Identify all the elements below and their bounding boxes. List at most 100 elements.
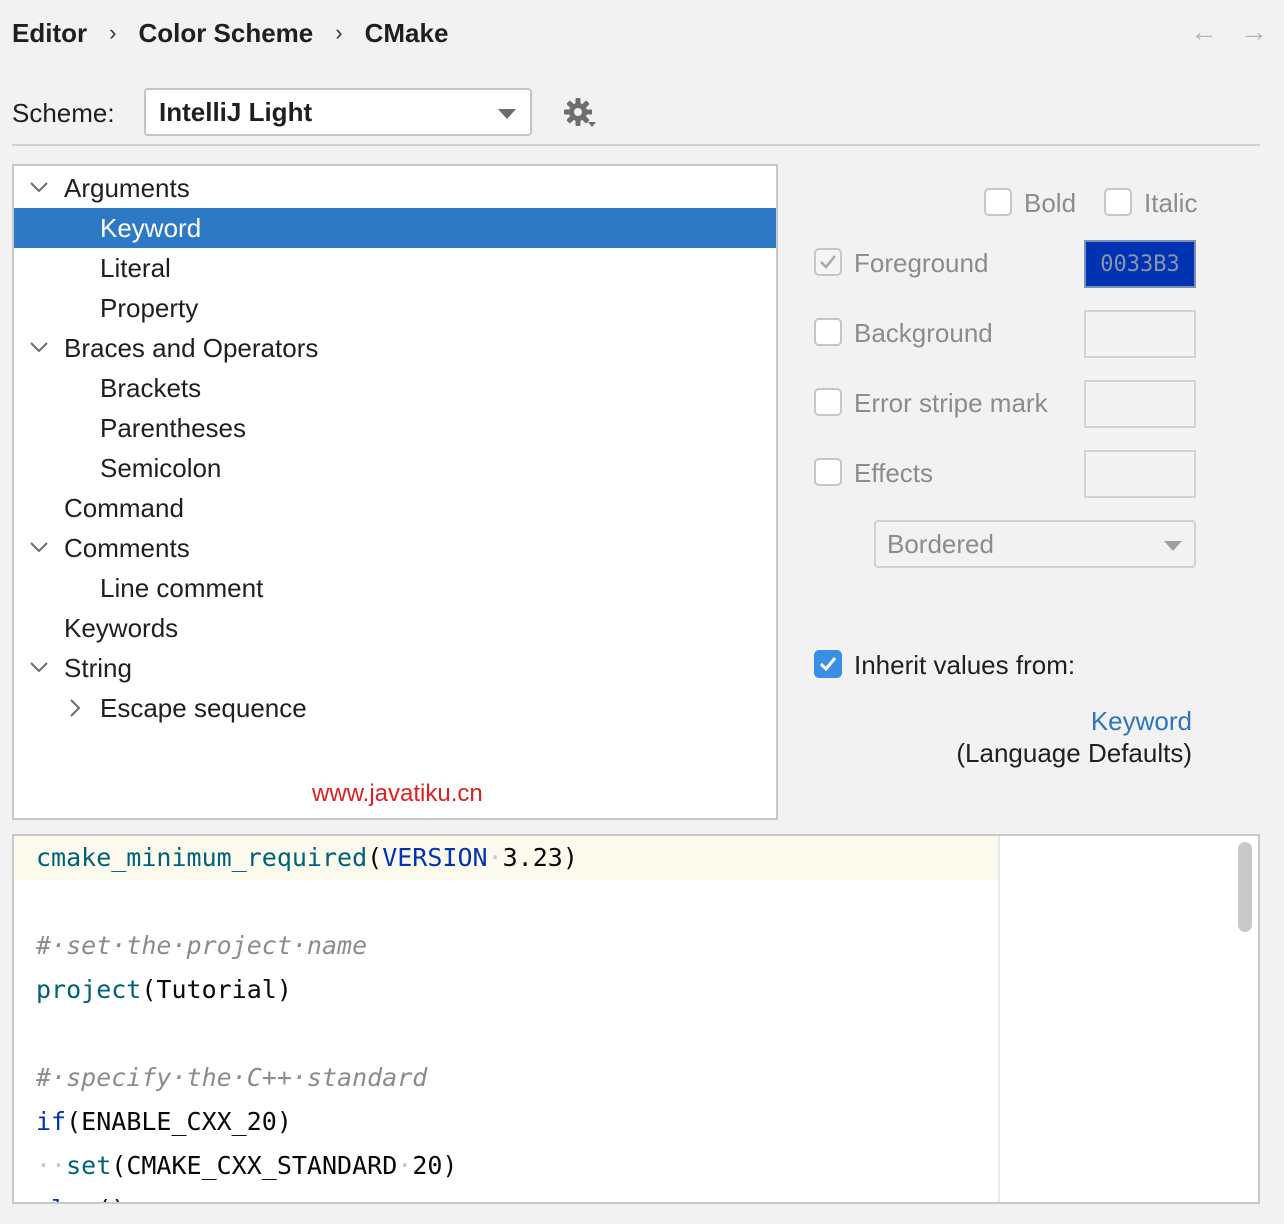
tree-item-label: Escape sequence	[100, 693, 307, 723]
error-stripe-color-swatch[interactable]	[1084, 380, 1196, 428]
forward-arrow-icon[interactable]: →	[1240, 16, 1268, 48]
background-checkbox[interactable]	[814, 318, 842, 346]
code-token: (ENABLE_CXX_20)	[66, 1107, 292, 1136]
code-line: #·set·the·project·name	[36, 924, 367, 968]
code-token: 20)	[412, 1151, 458, 1180]
code-token: ·	[487, 843, 503, 872]
italic-checkbox[interactable]	[1104, 188, 1132, 216]
code-token: cmake_minimum_required	[36, 843, 368, 872]
tree-item-label: Comments	[64, 533, 190, 563]
foreground-checkbox[interactable]	[814, 248, 842, 276]
tree-item-label: Braces and Operators	[64, 333, 319, 363]
inherit-label: Inherit values from:	[854, 650, 1076, 680]
watermark-text: www.javatiku.cn	[312, 780, 483, 807]
code-token: VERSION	[382, 843, 488, 872]
code-token: #·specify·the·C++·standard	[36, 1063, 428, 1092]
code-line: else()	[36, 1188, 126, 1202]
chevron-down-icon[interactable]	[26, 168, 54, 208]
tree-item[interactable]: Semicolon	[14, 448, 776, 488]
foreground-color-swatch[interactable]: 0033B3	[1084, 240, 1196, 288]
code-line: #·specify·the·C++·standard	[36, 1056, 427, 1100]
code-token: (	[367, 843, 383, 872]
breadcrumb: Editor › Color Scheme › CMake	[12, 16, 448, 50]
tree-item[interactable]: Keywords	[14, 608, 776, 648]
code-preview[interactable]: cmake_minimum_required(VERSION·3.23) #·se…	[12, 834, 1260, 1204]
chevron-down-icon[interactable]	[26, 648, 54, 688]
tree-item-label: Semicolon	[100, 453, 222, 483]
tree-item[interactable]: Arguments	[14, 168, 776, 208]
inherit-checkbox[interactable]	[814, 650, 842, 678]
tree-item[interactable]: Comments	[14, 528, 776, 568]
scheme-label: Scheme:	[12, 98, 115, 128]
tree-item[interactable]: Parentheses	[14, 408, 776, 448]
code-token: (Tutorial)	[141, 975, 292, 1004]
vertical-scrollbar[interactable]	[1238, 842, 1252, 932]
right-margin-guide	[998, 836, 1000, 1202]
history-navigation: ← →	[1190, 16, 1268, 48]
code-line: ··set(CMAKE_CXX_STANDARD·20)	[36, 1144, 457, 1188]
tree-item[interactable]: Keyword	[14, 208, 776, 248]
error-stripe-label: Error stripe mark	[854, 388, 1048, 418]
tree-item-label: Keywords	[64, 613, 179, 643]
code-line: project(Tutorial)	[36, 968, 292, 1012]
background-color-swatch[interactable]	[1084, 310, 1196, 358]
effects-color-swatch[interactable]	[1084, 450, 1196, 498]
effects-checkbox[interactable]	[814, 458, 842, 486]
scheme-value: IntelliJ Light	[159, 96, 313, 127]
chevron-down-icon[interactable]	[26, 328, 54, 368]
code-token: 3.23)	[502, 843, 578, 872]
bold-checkbox[interactable]	[984, 188, 1012, 216]
tree-item-label: Property	[100, 293, 199, 323]
code-token: set	[66, 1151, 112, 1180]
breadcrumb-color-scheme[interactable]: Color Scheme	[138, 18, 313, 49]
checkmark-icon	[819, 657, 837, 672]
code-line: if(ENABLE_CXX_20)	[36, 1100, 292, 1144]
effects-label: Effects	[854, 458, 934, 488]
tree-item-label: Brackets	[100, 373, 202, 403]
code-token: ()	[96, 1195, 126, 1202]
background-label: Background	[854, 318, 993, 348]
tree-item[interactable]: Literal	[14, 248, 776, 288]
inherit-keyword-link[interactable]: Keyword	[1091, 704, 1192, 738]
error-stripe-checkbox[interactable]	[814, 388, 842, 416]
tree-item[interactable]: Property	[14, 288, 776, 328]
code-token: #·set·the·project·name	[36, 931, 368, 960]
tree-item[interactable]: String	[14, 648, 776, 688]
code-token: else	[36, 1195, 96, 1202]
back-arrow-icon[interactable]: ←	[1190, 16, 1218, 48]
tree-item-label: Line comment	[100, 573, 264, 603]
tree-item[interactable]: Line comment	[14, 568, 776, 608]
attribute-tree[interactable]: Escape sequence String Keywords Line commen…	[12, 164, 778, 820]
tree-item-label: Parentheses	[100, 413, 246, 443]
checkmark-icon	[820, 255, 836, 269]
code-token: if	[36, 1107, 67, 1136]
scheme-dropdown[interactable]: IntelliJ Light	[144, 88, 532, 136]
tree-item-label: Command	[64, 493, 184, 523]
italic-label: Italic	[1144, 188, 1198, 218]
dropdown-caret-icon	[1164, 541, 1182, 551]
gear-icon[interactable]	[560, 96, 600, 132]
breadcrumb-editor[interactable]: Editor	[12, 18, 87, 49]
code-token: ··	[36, 1151, 67, 1180]
divider	[12, 144, 1260, 146]
effects-type-value: Bordered	[887, 528, 994, 559]
effects-type-dropdown[interactable]: Bordered	[874, 520, 1196, 568]
breadcrumb-cmake: CMake	[364, 17, 449, 48]
tree-item-label: String	[64, 653, 132, 683]
dropdown-caret-icon	[498, 109, 516, 119]
tree-item[interactable]: Braces and Operators	[14, 328, 776, 368]
tree-item[interactable]: Escape sequence	[14, 688, 776, 728]
code-token: ·	[397, 1151, 413, 1180]
chevron-right-icon: ›	[109, 20, 117, 45]
foreground-label: Foreground	[854, 248, 989, 278]
code-token: (CMAKE_CXX_STANDARD	[111, 1151, 398, 1180]
code-token: project	[36, 975, 142, 1004]
tree-item[interactable]: Command	[14, 488, 776, 528]
tree-item-label: Keyword	[100, 213, 202, 243]
tree-item[interactable]: Brackets	[14, 368, 776, 408]
bold-label: Bold	[1024, 188, 1077, 218]
tree-item-label: Arguments	[64, 173, 190, 203]
chevron-right-icon[interactable]	[62, 688, 90, 728]
chevron-right-icon: ›	[335, 20, 343, 45]
chevron-down-icon[interactable]	[26, 528, 54, 568]
